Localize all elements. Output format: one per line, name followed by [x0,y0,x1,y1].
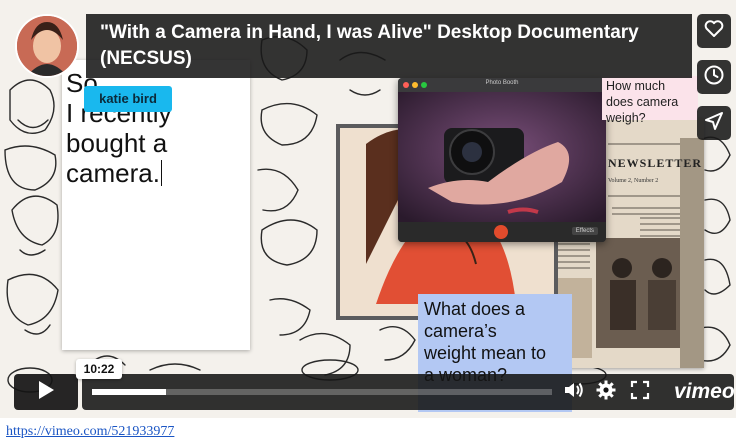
effects-button[interactable]: Effects [571,227,598,235]
progress-bar-container: vimeo [82,374,735,410]
shutter-button[interactable] [494,225,508,239]
video-title[interactable]: "With a Camera in Hand, I was Alive" Des… [100,20,678,72]
volume-icon [563,380,585,405]
volume-button[interactable] [562,380,586,404]
user-tag: katie bird [84,86,172,112]
progress-track[interactable] [92,389,552,395]
avatar[interactable] [15,14,79,78]
camera-feed [398,92,606,222]
gear-icon [596,380,616,405]
fullscreen-button[interactable] [628,380,652,404]
heart-icon [704,19,724,43]
share-button[interactable] [697,106,731,140]
newsletter-subtitle: Volume 2, Number 2 [608,178,659,184]
video-player[interactable]: NEWSLETTER Volume 2, Number 2 Photo Boot… [0,0,736,418]
progress-fill [92,389,166,395]
play-icon [37,380,55,405]
like-button[interactable] [697,14,731,48]
control-bar: vimeo [14,374,735,410]
play-button[interactable] [14,374,78,410]
newsletter-heading: NEWSLETTER [608,156,703,170]
video-title-box[interactable]: "With a Camera in Hand, I was Alive" Des… [86,14,692,78]
watch-later-button[interactable] [697,60,731,94]
window-title: Photo Booth [485,80,519,86]
avatar-image [17,16,77,76]
question-note-weigh: How much does camera weigh? [602,76,698,125]
fullscreen-icon [630,380,650,405]
photo-booth-toolbar: Effects [398,222,606,242]
video-link[interactable]: https://vimeo.com/521933977 [6,424,174,440]
clock-icon [703,64,725,91]
window-titlebar[interactable]: Photo Booth [398,78,606,92]
time-tooltip: 10:22 [76,359,122,379]
text-cursor [160,160,162,186]
settings-button[interactable] [594,380,618,404]
send-icon [704,111,724,136]
vimeo-logo[interactable]: vimeo [674,380,735,404]
photo-booth-window[interactable]: Photo Booth Effects [398,78,606,242]
